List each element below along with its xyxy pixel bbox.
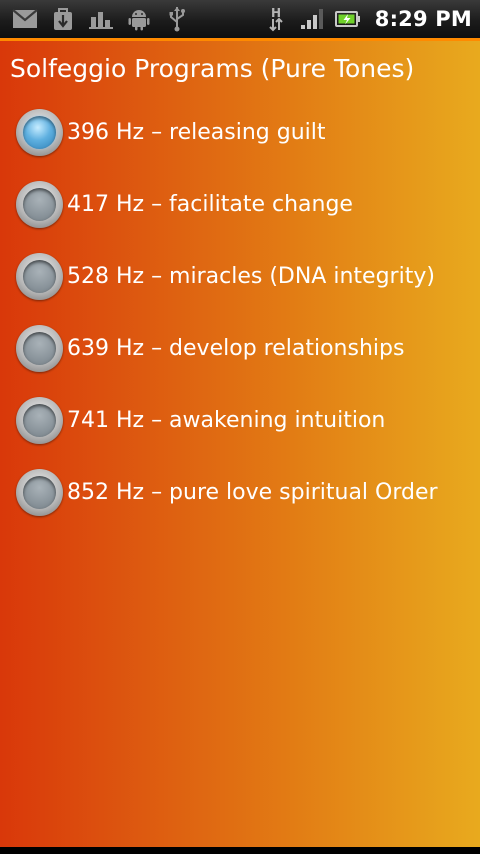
signal-strength-icon [299,6,325,32]
hspa-network-icon: H [263,6,289,32]
screen: H 8:29 PM Solfeggio Programs (Pure Tones… [0,0,480,854]
radio-button[interactable] [16,252,63,300]
radio-button[interactable] [16,108,63,156]
program-option-label: 852 Hz – pure love spiritual Order [67,479,438,505]
radio-button[interactable] [16,468,63,516]
program-option-label: 396 Hz – releasing guilt [67,119,326,145]
download-icon[interactable] [50,6,76,32]
system-icons: H 8:29 PM [263,6,472,32]
radio-button[interactable] [16,180,63,228]
program-option-396hz[interactable]: 396 Hz – releasing guilt [0,96,480,168]
notification-icons [12,6,190,32]
main-content: Solfeggio Programs (Pure Tones) 396 Hz –… [0,41,480,847]
usb-icon[interactable] [164,6,190,32]
program-option-417hz[interactable]: 417 Hz – facilitate change [0,168,480,240]
radio-button[interactable] [16,324,63,372]
program-option-label: 741 Hz – awakening intuition [67,407,386,433]
gmail-icon[interactable] [12,6,38,32]
bottom-edge [0,847,480,854]
program-option-741hz[interactable]: 741 Hz – awakening intuition [0,384,480,456]
program-option-label: 528 Hz – miracles (DNA integrity) [67,263,435,289]
status-bar: H 8:29 PM [0,0,480,38]
program-option-852hz[interactable]: 852 Hz – pure love spiritual Order [0,456,480,528]
battery-charging-icon [334,6,361,32]
program-option-528hz[interactable]: 528 Hz – miracles (DNA integrity) [0,240,480,312]
status-bar-clock: 8:29 PM [374,7,472,31]
program-radio-group: 396 Hz – releasing guilt 417 Hz – facili… [0,96,480,528]
network-type-label: H [271,6,281,20]
bar-graph-icon[interactable] [88,6,114,32]
program-option-label: 417 Hz – facilitate change [67,191,353,217]
page-title: Solfeggio Programs (Pure Tones) [10,54,415,83]
radio-button[interactable] [16,396,63,444]
program-option-639hz[interactable]: 639 Hz – develop relationships [0,312,480,384]
program-option-label: 639 Hz – develop relationships [67,335,405,361]
android-debug-icon[interactable] [126,6,152,32]
